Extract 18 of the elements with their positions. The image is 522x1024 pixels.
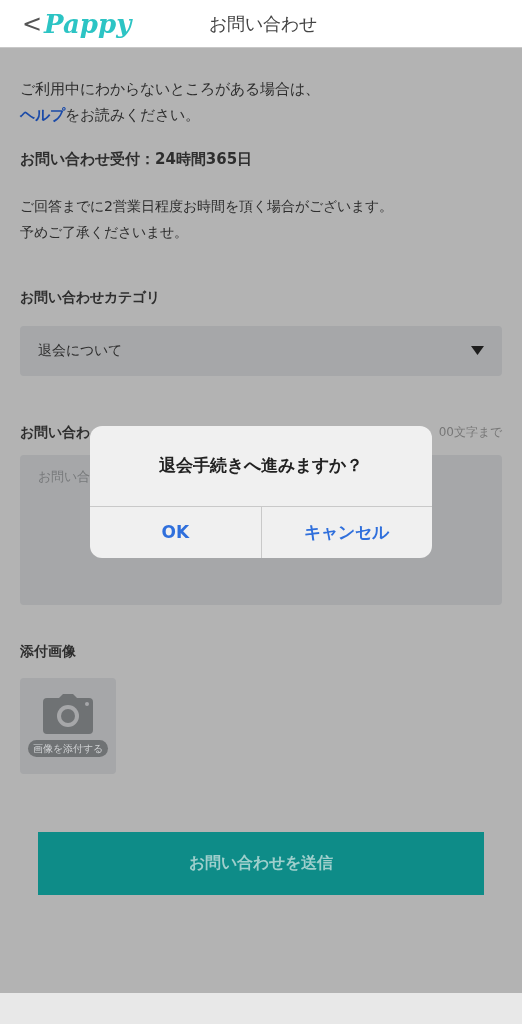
hours-text: お問い合わせ受付：24時間365日: [20, 149, 254, 170]
submit-button[interactable]: お問い合わせを送信: [38, 831, 484, 895]
notice-text: ご回答までに2営業日程度お時間を頂く場合がございます。 予めご了承くださいませ。: [20, 196, 394, 242]
category-select[interactable]: 退会について: [20, 325, 502, 376]
dialog-button[interactable]: キャンセル: [260, 507, 432, 558]
help-link[interactable]: ヘルプ: [20, 107, 65, 123]
page-title: お問い合わせ: [209, 12, 318, 36]
attach-image-button[interactable]: 画像を添付する: [20, 677, 116, 774]
attachment-label: 添付画像: [20, 641, 77, 661]
back-button[interactable]: <: [22, 11, 43, 36]
dialog-message: 退会手続きへ進みますか？: [159, 454, 363, 478]
camera-icon: [43, 694, 93, 734]
dialog-button[interactable]: OK: [90, 507, 261, 558]
dropdown-caret-icon: [471, 346, 484, 355]
intro-text: ご利用中にわからないところがある場合は、 ヘルプをお読みください。: [20, 80, 321, 125]
logo: Pappy: [44, 10, 132, 37]
category-label: お問い合わせカテゴリ: [20, 287, 161, 307]
content-label: お問い合わ: [20, 422, 90, 442]
